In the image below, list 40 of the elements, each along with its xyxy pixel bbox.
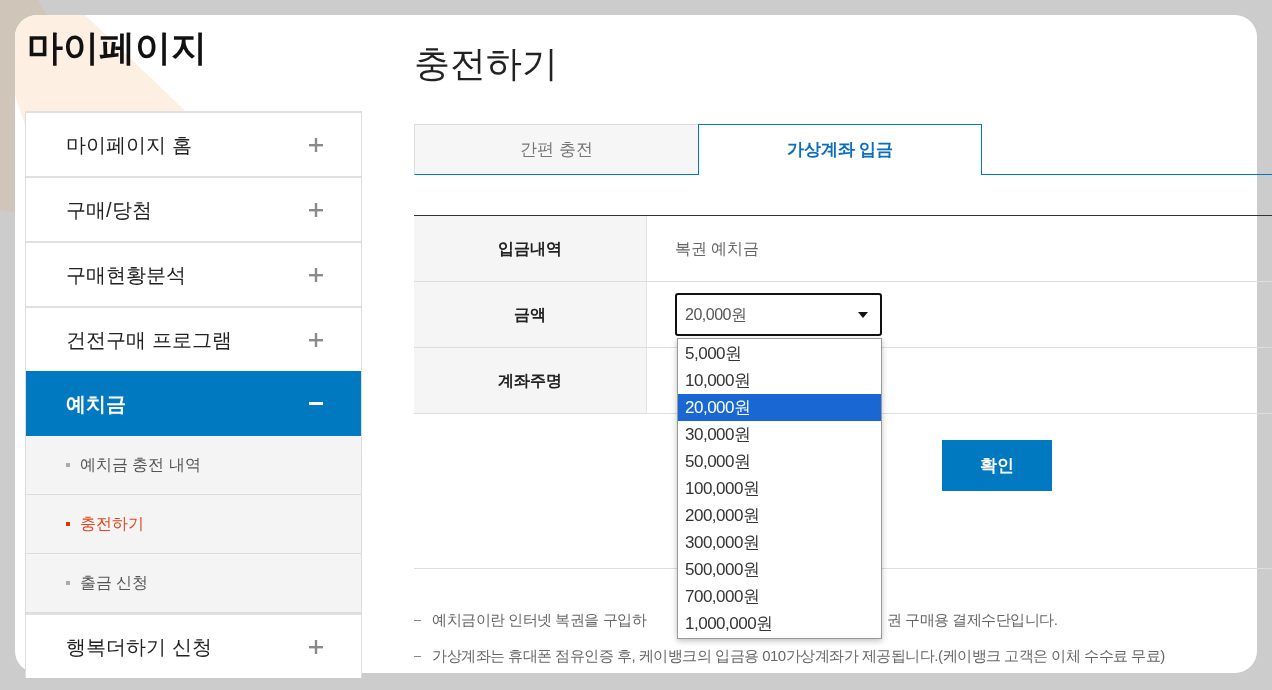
dropdown-option[interactable]: 100,000원 [678,475,881,502]
dash-icon [414,655,421,657]
bullet-icon [66,463,70,467]
sidebar-subitem[interactable]: 출금 신청 [26,554,361,613]
dash-icon [414,619,421,621]
form-label: 계좌주명 [414,348,647,413]
caret-icon [858,311,868,318]
form-label: 입금내역 [414,216,647,281]
dropdown-option[interactable]: 200,000원 [678,502,881,529]
sidebar-title: 마이페이지 [27,30,207,66]
sidebar-subitem[interactable]: 충전하기 [26,495,361,554]
note-text: 권 구매용 결제수단입니다. [887,610,1058,630]
plus-icon [309,137,323,152]
tab[interactable]: 간편 충전 [414,124,698,175]
note-text: 가상계좌는 휴대폰 점유인증 후, 케이뱅크의 입금용 010가상계좌가 제공됩니다.(케이뱅크 고객은 이체 수수료 무료) [432,646,1165,666]
plus-icon [309,267,323,282]
sidebar-subitem[interactable]: 예치금 충전 내역 [26,436,361,495]
plus-icon [309,332,323,347]
dropdown-option[interactable]: 10,000원 [678,367,881,394]
dropdown-option[interactable]: 500,000원 [678,556,881,583]
amount-select[interactable]: 20,000원 [675,293,882,336]
dropdown-option[interactable]: 50,000원 [678,448,881,475]
plus-icon [309,202,323,217]
dropdown-option[interactable]: 20,000원 [678,394,881,421]
dropdown-option[interactable]: 1,000,000원 [678,610,881,637]
bullet-icon [66,522,70,526]
page-title: 충전하기 [414,46,558,82]
tab[interactable]: 가상계좌 입금 [698,124,982,175]
form-label: 금액 [414,282,647,347]
plus-icon [309,639,323,654]
dropdown-option[interactable]: 30,000원 [678,421,881,448]
form-value: 복권 예치금 [675,238,760,259]
dropdown-option[interactable]: 700,000원 [678,583,881,610]
sidebar-item[interactable]: 예치금 [26,371,361,436]
bullet-icon [66,581,70,585]
dropdown-option[interactable]: 5,000원 [678,340,881,367]
dropdown-option[interactable]: 300,000원 [678,529,881,556]
note-text: 예치금이란 인터넷 복권을 구입하 [432,611,646,628]
confirm-button[interactable]: 확인 [942,440,1052,491]
minus-icon [309,402,323,405]
